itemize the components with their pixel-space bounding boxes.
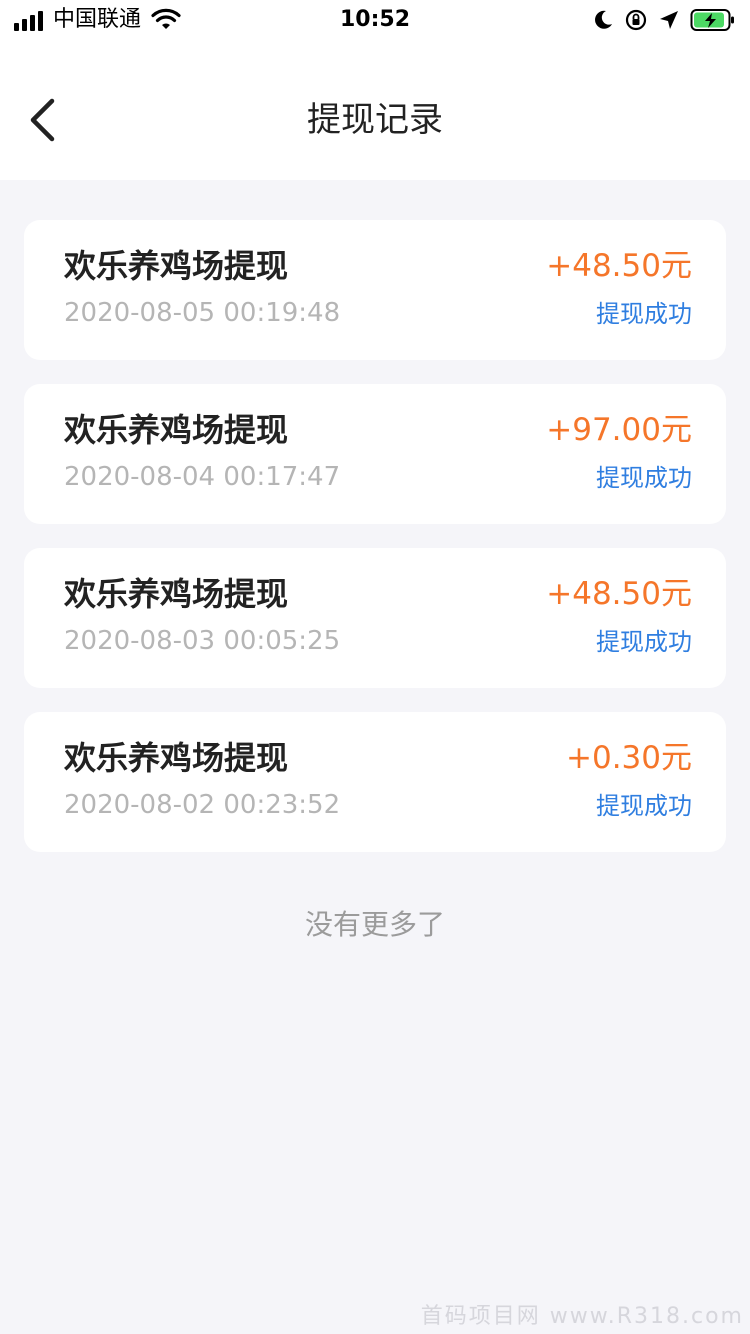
location-icon xyxy=(660,11,678,29)
record-time: 2020-08-04 00:17:47 xyxy=(64,462,341,492)
record-amount: +0.30元 xyxy=(566,740,692,776)
nav-bar: 提现记录 xyxy=(0,40,750,180)
record-status: 提现成功 xyxy=(596,300,692,328)
page-title: 提现记录 xyxy=(307,100,443,140)
status-bar: 中国联通 10:52 xyxy=(0,0,750,40)
battery-charging-icon xyxy=(690,9,734,31)
record-card[interactable]: 欢乐养鸡场提现 2020-08-05 00:19:48 +48.50元 提现成功 xyxy=(24,220,726,360)
moon-icon xyxy=(595,10,612,29)
record-status: 提现成功 xyxy=(596,464,692,492)
record-card[interactable]: 欢乐养鸡场提现 2020-08-02 00:23:52 +0.30元 提现成功 xyxy=(24,712,726,852)
record-time: 2020-08-02 00:23:52 xyxy=(64,790,341,820)
orientation-lock-icon xyxy=(625,9,647,31)
record-card[interactable]: 欢乐养鸡场提现 2020-08-04 00:17:47 +97.00元 提现成功 xyxy=(24,384,726,524)
record-status: 提现成功 xyxy=(596,792,692,820)
watermark: 首码项目网 www.R318.com xyxy=(420,1304,744,1329)
record-title: 欢乐养鸡场提现 xyxy=(64,575,289,613)
record-amount: +97.00元 xyxy=(546,412,692,448)
record-title: 欢乐养鸡场提现 xyxy=(64,411,289,449)
record-card[interactable]: 欢乐养鸡场提现 2020-08-03 00:05:25 +48.50元 提现成功 xyxy=(24,548,726,688)
record-title: 欢乐养鸡场提现 xyxy=(64,247,289,285)
record-status: 提现成功 xyxy=(596,628,692,656)
no-more-text: 没有更多了 xyxy=(304,908,445,941)
record-time: 2020-08-05 00:19:48 xyxy=(64,298,341,328)
record-time: 2020-08-03 00:05:25 xyxy=(64,626,341,656)
record-amount: +48.50元 xyxy=(546,576,692,612)
status-right xyxy=(592,6,736,34)
record-amount: +48.50元 xyxy=(546,248,692,284)
record-title: 欢乐养鸡场提现 xyxy=(64,739,289,777)
